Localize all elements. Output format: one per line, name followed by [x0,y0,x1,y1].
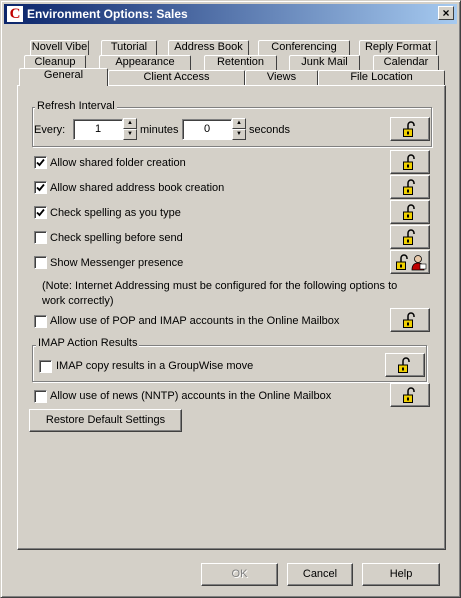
nntp-lock-button[interactable] [390,383,430,407]
allow-nntp-label: Allow use of news (NNTP) accounts in the… [50,390,332,402]
shared-address-book-lock-button[interactable] [390,175,430,199]
tab-conferencing[interactable]: Conferencing [258,40,350,55]
spelling-before-send-lock-button[interactable] [390,225,430,249]
seconds-up-button[interactable]: ▲ [232,118,246,129]
refresh-interval-title: Refresh Interval [35,100,117,112]
allow-shared-folder-label: Allow shared folder creation [50,157,186,169]
seconds-input[interactable]: 0 [182,119,232,140]
tab-views[interactable]: Views [245,70,318,85]
allow-pop-imap-checkbox[interactable] [34,315,47,328]
checkmark-icon [36,183,45,192]
tab-junk-mail[interactable]: Junk Mail [289,55,360,70]
unlocked-padlock-icon [403,121,415,137]
tab-novell-vibe[interactable]: Novell Vibe [30,40,89,55]
every-label: Every: [34,124,66,136]
allow-shared-address-book-checkbox[interactable] [34,181,47,194]
seconds-label: seconds [249,124,290,136]
minutes-input[interactable]: 1 [73,119,123,140]
minutes-up-button[interactable]: ▲ [123,118,137,129]
allow-nntp-checkbox[interactable] [34,390,47,403]
imap-copy-lock-button[interactable] [385,353,425,377]
window-title: Environment Options: Sales [27,7,188,21]
cancel-button[interactable]: Cancel [287,563,353,586]
ok-button[interactable]: OK [201,563,278,586]
spelling-as-you-type-lock-button[interactable] [390,200,430,224]
environment-options-dialog: C Environment Options: Sales × Novell Vi… [0,0,461,598]
checkmark-icon [36,208,45,217]
unlocked-padlock-icon [403,229,415,245]
seconds-spinner[interactable]: ▲ ▼ [232,118,246,140]
check-spelling-as-you-type-label: Check spelling as you type [50,207,181,219]
unlocked-padlock-icon [403,154,415,170]
messenger-presence-lock-button[interactable] [390,250,430,274]
close-button[interactable]: × [438,6,454,20]
show-messenger-presence-label: Show Messenger presence [50,257,184,269]
tab-calendar[interactable]: Calendar [373,55,439,70]
title-bar[interactable]: C Environment Options: Sales × [4,4,457,24]
minutes-label: minutes [140,124,179,136]
help-button[interactable]: Help [362,563,440,586]
unlocked-padlock-icon [403,387,415,403]
tab-general[interactable]: General [19,68,108,86]
unlocked-padlock-icon [403,312,415,328]
tab-file-location[interactable]: File Location [318,70,445,85]
imap-copy-results-checkbox[interactable] [39,360,52,373]
check-spelling-before-send-checkbox[interactable] [34,231,47,244]
minutes-down-button[interactable]: ▼ [123,129,137,140]
internet-addressing-note: (Note: Internet Addressing must be confi… [42,280,398,307]
tab-tutorial[interactable]: Tutorial [101,40,157,55]
tab-address-book[interactable]: Address Book [168,40,249,55]
unlocked-padlock-icon [396,254,408,270]
check-spelling-before-send-label: Check spelling before send [50,232,183,244]
general-tab-panel: Refresh Interval Every: 1 ▲ ▼ minutes 0 … [17,85,446,550]
person-icon [411,255,427,271]
check-spelling-as-you-type-checkbox[interactable] [34,206,47,219]
minutes-spinner[interactable]: ▲ ▼ [123,118,137,140]
tab-reply-format[interactable]: Reply Format [359,40,437,55]
app-icon: C [7,6,23,22]
show-messenger-presence-checkbox[interactable] [34,256,47,269]
refresh-lock-button[interactable] [390,117,430,141]
imap-copy-results-label: IMAP copy results in a GroupWise move [56,360,254,372]
tab-retention[interactable]: Retention [204,55,277,70]
tab-client-access[interactable]: Client Access [108,70,245,85]
unlocked-padlock-icon [403,179,415,195]
allow-shared-address-book-label: Allow shared address book creation [50,182,225,194]
shared-folder-lock-button[interactable] [390,150,430,174]
restore-default-settings-button[interactable]: Restore Default Settings [29,409,182,432]
allow-pop-imap-label: Allow use of POP and IMAP accounts in th… [50,315,340,327]
allow-shared-folder-checkbox[interactable] [34,156,47,169]
imap-action-results-title: IMAP Action Results [36,337,140,349]
unlocked-padlock-icon [403,204,415,220]
tab-appearance[interactable]: Appearance [99,55,191,70]
unlocked-padlock-icon [398,357,410,373]
checkmark-icon [36,158,45,167]
seconds-down-button[interactable]: ▼ [232,129,246,140]
pop-imap-lock-button[interactable] [390,308,430,332]
